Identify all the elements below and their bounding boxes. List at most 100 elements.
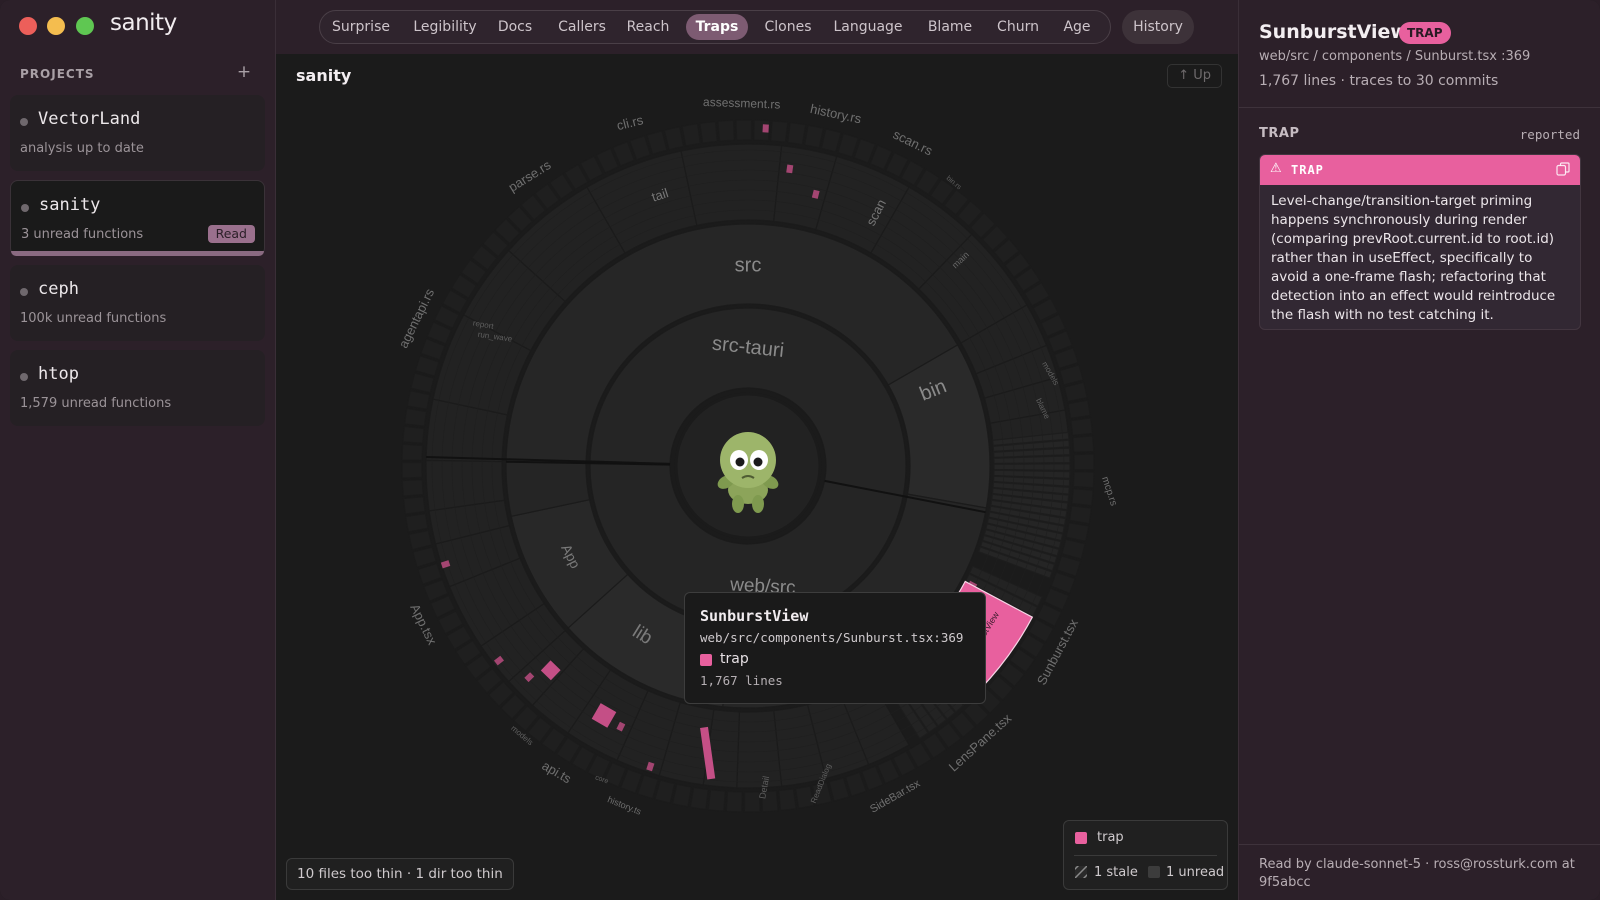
outer-segment[interactable] — [405, 512, 429, 533]
outer-segment[interactable] — [803, 124, 825, 149]
outer-segment[interactable] — [681, 123, 702, 147]
outer-segment[interactable] — [646, 130, 668, 155]
outer-segment[interactable] — [1071, 488, 1094, 507]
legend: trap 1 stale 1 unread — [1063, 820, 1228, 890]
projects-heading: PROJECTS — [20, 67, 95, 81]
add-project-button[interactable]: + — [236, 62, 252, 82]
tab-language[interactable]: Language — [826, 14, 910, 40]
outer-segment[interactable] — [1059, 364, 1084, 386]
outer-segment[interactable] — [410, 372, 435, 394]
outer-segment[interactable] — [1070, 417, 1094, 436]
tab-traps[interactable]: Traps — [686, 14, 748, 40]
outer-segment[interactable] — [735, 119, 753, 141]
copy-icon[interactable] — [1556, 162, 1570, 176]
status-dot — [20, 373, 28, 381]
outer-segment[interactable] — [402, 496, 426, 515]
tab-legibility[interactable]: Legibility — [403, 14, 487, 40]
tab-surprise[interactable]: Surprise — [326, 14, 396, 40]
read-button[interactable]: Read — [207, 225, 255, 243]
tab-callers[interactable]: Callers — [548, 14, 616, 40]
outer-segment[interactable] — [412, 546, 437, 568]
trap-card-label: TRAP — [1291, 163, 1324, 177]
tab-age[interactable]: Age — [1055, 14, 1099, 40]
outer-segment[interactable] — [654, 779, 676, 804]
project-status: 1,579 unread functions — [20, 396, 172, 411]
outer-segment[interactable] — [1067, 399, 1091, 420]
outer-segment[interactable] — [403, 407, 428, 427]
file-segment[interactable] — [993, 463, 1071, 472]
history-button[interactable]: History — [1122, 10, 1194, 44]
outer-segment[interactable] — [725, 790, 743, 813]
outer-segment[interactable] — [820, 128, 842, 153]
outer-segment[interactable] — [1073, 453, 1095, 471]
outer-segment[interactable] — [717, 119, 735, 142]
outer-segment[interactable] — [689, 786, 709, 811]
project-card-vectorland[interactable]: VectorLand analysis up to date — [10, 95, 265, 171]
outer-segment[interactable] — [401, 443, 424, 461]
up-button[interactable]: ↑ Up — [1167, 64, 1222, 88]
tooltip-title: SunburstView — [700, 607, 809, 625]
lens-tabs: Surprise Legibility Docs Callers Reach Traps C… — [319, 10, 1111, 44]
maximize-window-button[interactable] — [76, 17, 94, 35]
outer-segment[interactable] — [699, 120, 718, 144]
outer-segment[interactable] — [770, 120, 789, 143]
outer-segment[interactable] — [408, 529, 433, 551]
trap-marker — [762, 124, 769, 133]
divider — [1239, 107, 1600, 108]
app-name: sanity — [110, 10, 177, 36]
outer-segment[interactable] — [402, 425, 425, 444]
project-card-sanity[interactable]: sanity 3 unread functions Read — [10, 180, 265, 256]
read-attribution: Read by claude-sonnet-5 · ross@rossturk.… — [1259, 857, 1575, 890]
sunburst-chart[interactable]: srcbinApplibsrc-tauriweb/srctailscanmain… — [276, 54, 1238, 900]
tab-reach[interactable]: Reach — [619, 14, 677, 40]
thin-items-note: 10 files too thin · 1 dir too thin — [286, 858, 514, 890]
hover-tooltip: SunburstView web/src/components/Sunburst… — [684, 592, 986, 704]
tab-churn[interactable]: Churn — [989, 14, 1047, 40]
project-card-htop[interactable]: htop 1,579 unread functions — [10, 350, 265, 426]
trap-swatch — [700, 654, 712, 666]
detail-meta: 1,767 lines · traces to 30 commits — [1259, 73, 1499, 89]
outer-segment[interactable] — [663, 126, 685, 151]
project-name: ceph — [38, 279, 79, 299]
tooltip-path: web/src/components/Sunburst.tsx:369 — [700, 630, 964, 645]
minimize-window-button[interactable] — [47, 17, 65, 35]
legend-stale-label: 1 stale — [1094, 865, 1138, 880]
main-panel: src bin App lib src-tauri web/src tail scan main… — [276, 54, 1238, 900]
page-title: sanity — [296, 66, 352, 85]
trap-marker — [786, 164, 794, 174]
outer-segment[interactable] — [707, 789, 726, 812]
detail-title: SunburstView — [1259, 21, 1408, 43]
warning-icon: ⚠ — [1270, 161, 1282, 176]
outer-segment[interactable] — [1072, 471, 1095, 489]
outer-segment[interactable] — [406, 389, 431, 411]
status-dot — [21, 204, 29, 212]
tooltip-category: trap — [720, 651, 749, 667]
outer-label: cli.rs — [615, 112, 645, 133]
outer-segment[interactable] — [401, 479, 424, 497]
outer-label: assessment.rs — [703, 95, 781, 112]
project-name: htop — [38, 364, 79, 384]
tab-blame[interactable]: Blame — [918, 14, 982, 40]
outer-segment[interactable] — [401, 461, 423, 479]
project-card-ceph[interactable]: ceph 100k unread functions — [10, 265, 265, 341]
tooltip-lines: 1,767 lines — [700, 673, 783, 688]
trap-badge: TRAP — [1399, 22, 1451, 44]
project-status: analysis up to date — [20, 141, 144, 156]
outer-label: history.ts — [606, 794, 643, 817]
label-src: src — [735, 254, 762, 276]
outer-segment[interactable] — [1065, 521, 1090, 543]
outer-segment[interactable] — [1068, 505, 1093, 525]
close-window-button[interactable] — [19, 17, 37, 35]
outer-segment[interactable] — [1072, 435, 1095, 453]
active-indicator — [11, 251, 264, 256]
outer-segment[interactable] — [778, 788, 797, 812]
outer-segment[interactable] — [828, 777, 850, 802]
outer-segment[interactable] — [787, 121, 807, 146]
tab-clones[interactable]: Clones — [755, 14, 821, 40]
tab-docs[interactable]: Docs — [490, 14, 540, 40]
project-status: 100k unread functions — [20, 311, 167, 326]
outer-segment[interactable] — [1061, 538, 1086, 560]
trap-description: Level-change/transition-target priming h… — [1271, 193, 1556, 323]
outer-segment[interactable] — [1063, 381, 1088, 403]
outer-segment[interactable] — [671, 783, 693, 808]
